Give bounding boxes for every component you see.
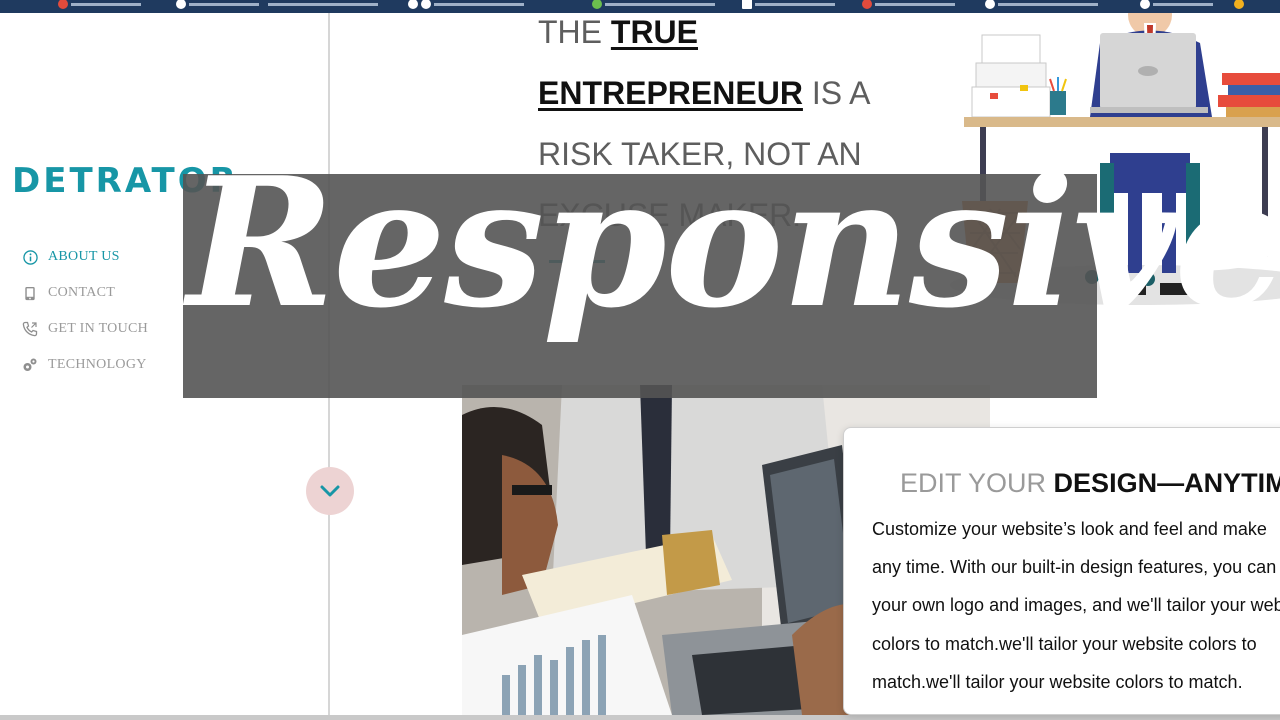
banner-title: Responsive	[187, 138, 1280, 347]
card-body-line: match.we'll tailor your website colors t…	[872, 671, 1243, 692]
nav-item-label: TECHNOLOGY	[48, 357, 147, 372]
nav-item-technology[interactable]: TECHNOLOGY	[22, 347, 148, 383]
quote-text: THE	[538, 14, 611, 50]
bookmark-item[interactable]	[58, 0, 141, 10]
chevron-down-icon	[320, 485, 340, 497]
bookmark-item[interactable]	[176, 0, 259, 10]
card-title: EDIT YOUR DESIGN—ANYTIME	[900, 468, 1280, 499]
info-icon	[22, 249, 38, 265]
card-body-line: Customize your website’s look and feel a…	[872, 519, 1267, 539]
sidebar-nav: ABOUT US CONTACT GET IN TOUCH TECHNOLOGY	[22, 239, 148, 383]
quote-emphasis: ENTREPRENEUR	[538, 75, 803, 111]
phone-icon	[22, 321, 38, 337]
bookmark-item[interactable]	[268, 0, 378, 10]
card-body-line: any time. With our built-in design featu…	[872, 557, 1277, 578]
person-icon	[1140, 0, 1150, 9]
nav-item-about-us[interactable]: ABOUT US	[22, 239, 148, 275]
nav-item-contact[interactable]: CONTACT	[22, 275, 148, 311]
overlay-banner: Responsive	[183, 154, 1280, 398]
gears-icon	[22, 357, 38, 373]
card-title-bold: DESIGN—ANYTIME	[1053, 468, 1280, 498]
nav-item-label: GET IN TOUCH	[48, 321, 149, 336]
nav-item-label: CONTACT	[48, 285, 116, 300]
white-circle-icon	[176, 0, 186, 9]
bookmark-item[interactable]	[1234, 0, 1244, 10]
nav-item-get-in-touch[interactable]: GET IN TOUCH	[22, 311, 148, 347]
white-circle-icon	[421, 0, 431, 9]
red-dot-icon	[58, 0, 68, 9]
white-circle-icon	[408, 0, 418, 9]
white-circle-icon	[985, 0, 995, 9]
nav-item-label: ABOUT US	[48, 249, 120, 264]
bookmark-item[interactable]	[985, 0, 1098, 10]
bookmark-item[interactable]	[408, 0, 524, 10]
yellow-dot-icon	[1234, 0, 1244, 9]
edit-design-card: EDIT YOUR DESIGN—ANYTIME Customize your …	[843, 427, 1280, 715]
card-body-line: your own logo and images, and we'll tail…	[872, 595, 1280, 616]
card-body-line: colors to match.we'll tailor your websit…	[872, 633, 1257, 654]
scroll-down-button[interactable]	[306, 467, 354, 515]
mobile-icon	[22, 285, 38, 301]
card-body: Customize your website’s look and feel a…	[872, 510, 1280, 701]
bookmark-item[interactable]	[1140, 0, 1213, 10]
quote-emphasis: TRUE	[610, 14, 698, 50]
card-title-light: EDIT YOUR	[900, 468, 1054, 498]
window-bottom-edge	[0, 715, 1280, 720]
